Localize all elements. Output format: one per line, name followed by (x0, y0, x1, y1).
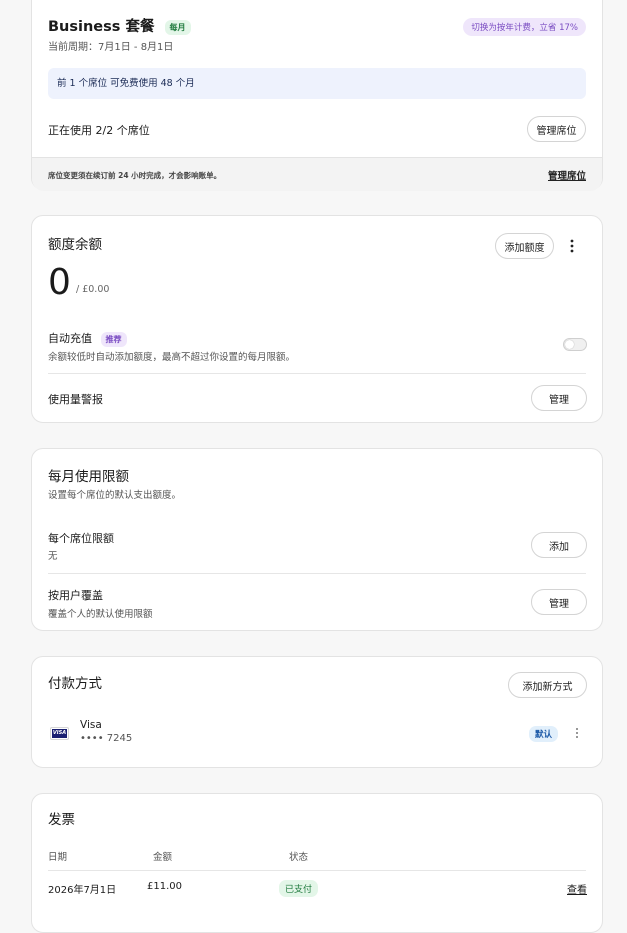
divider (48, 573, 586, 574)
payment-method-card: 付款方式 添加新方式 VISA Visa •••• 7245 默认 (31, 656, 603, 768)
credit-balance-card: 额度余额 添加额度 0 / £0.00 自动充值 推荐 余额较低时自动添加额度，… (31, 215, 603, 423)
card-number: •••• 7245 (80, 733, 133, 744)
credit-balance-total: / £0.00 (76, 284, 110, 295)
auto-reload-description: 余额较低时自动添加额度，最高不超过你设置的每月限额。 (48, 352, 296, 363)
payment-title: 付款方式 (48, 676, 102, 692)
default-badge: 默认 (529, 726, 559, 742)
override-title: 按用户覆盖 (48, 589, 103, 602)
invoices-title: 发票 (48, 812, 75, 828)
plan-title: Business 套餐 每月 (48, 15, 191, 36)
invoice-status-badge: 已支付 (279, 880, 319, 897)
add-credit-button[interactable]: 添加额度 (495, 233, 554, 259)
monthly-limit-title: 每月使用限额 (48, 469, 129, 485)
add-payment-method-button[interactable]: 添加新方式 (508, 672, 587, 698)
visa-logo-text: VISA (52, 729, 67, 738)
card-brand: Visa (80, 719, 102, 731)
visa-logo-icon: VISA (50, 727, 69, 740)
divider (48, 373, 586, 374)
credit-balance-amount: 0 (48, 262, 71, 303)
manage-overrides-button[interactable]: 管理 (531, 589, 587, 615)
plan-footer: 席位变更须在续订前 24 小时完成，才会影响账单。 管理席位 (32, 157, 602, 191)
manage-usage-alert-button[interactable]: 管理 (531, 385, 587, 411)
monthly-limit-card: 每月使用限额 设置每个席位的默认支出额度。 每个席位限额 无 添加 按用户覆盖 … (31, 448, 603, 631)
per-seat-limit-title: 每个席位限额 (48, 532, 114, 545)
billing-cycle-badge: 每月 (164, 19, 191, 35)
invoice-amount: £11.00 (147, 881, 182, 892)
column-date: 日期 (48, 852, 68, 863)
add-per-seat-limit-button[interactable]: 添加 (531, 532, 587, 558)
auto-reload-title: 自动充值 推荐 (48, 330, 127, 347)
seat-change-note: 席位变更须在续订前 24 小时完成，才会影响账单。 (48, 171, 222, 180)
manage-seats-link[interactable]: 管理席位 (548, 168, 586, 182)
invoices-card: 发票 日期 金额 状态 2026年7月1日 £11.00 已支付 查看 (31, 793, 603, 933)
toggle-knob (565, 340, 574, 349)
column-amount: 金额 (153, 852, 173, 863)
plan-name: Business 套餐 (48, 19, 155, 35)
free-seat-notice: 前 1 个席位 可免费使用 48 个月 (48, 68, 586, 99)
table-row: 2026年7月1日 £11.00 已支付 查看 (32, 872, 602, 906)
auto-reload-label: 自动充值 (48, 332, 92, 345)
more-vertical-icon[interactable] (562, 236, 582, 256)
more-vertical-icon[interactable] (570, 725, 584, 741)
billing-period: 当前周期：7月1日 - 8月1日 (48, 42, 174, 53)
recommended-badge: 推荐 (100, 331, 127, 347)
usage-alert-title: 使用量警报 (48, 393, 103, 406)
seats-in-use: 正在使用 2/2 个席位 (48, 124, 150, 137)
view-invoice-link[interactable]: 查看 (567, 881, 587, 896)
monthly-limit-description: 设置每个席位的默认支出额度。 (48, 490, 182, 501)
plan-card: Business 套餐 每月 当前周期：7月1日 - 8月1日 切换为按年计费，… (31, 0, 603, 191)
annual-billing-link[interactable]: 切换为按年计费，立省 17% (463, 18, 586, 36)
override-description: 覆盖个人的默认使用限额 (48, 609, 153, 620)
invoice-date: 2026年7月1日 (48, 885, 117, 896)
manage-seats-button[interactable]: 管理席位 (527, 116, 586, 142)
credit-title: 额度余额 (48, 237, 102, 253)
column-status: 状态 (289, 852, 309, 863)
auto-reload-toggle[interactable] (563, 338, 587, 351)
divider (48, 870, 586, 871)
per-seat-limit-value: 无 (48, 551, 58, 562)
